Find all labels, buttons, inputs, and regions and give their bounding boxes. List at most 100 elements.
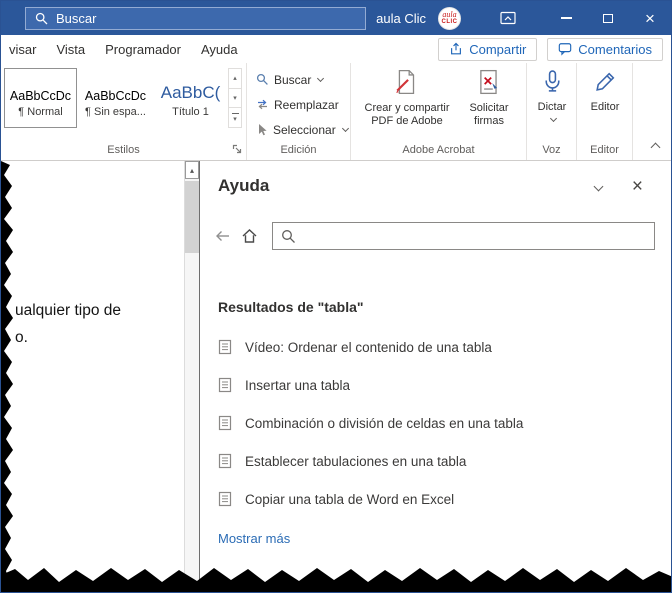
edicion-group: Buscar Reemplazar Seleccionar Edición bbox=[247, 63, 351, 160]
ribbon-display-options-button[interactable] bbox=[487, 1, 529, 35]
search-icon bbox=[35, 12, 48, 24]
styles-dialog-launcher[interactable] bbox=[232, 144, 242, 159]
replace-button[interactable]: Reemplazar bbox=[256, 92, 350, 117]
dictate-label: Dictar bbox=[537, 101, 567, 113]
tab-revisar[interactable]: visar bbox=[9, 42, 36, 57]
request-signatures-icon bbox=[476, 69, 502, 99]
help-result-item[interactable]: Copiar una tabla de Word en Excel bbox=[218, 480, 671, 518]
share-button[interactable]: Compartir bbox=[438, 37, 538, 61]
select-label: Seleccionar bbox=[273, 122, 336, 137]
document-line: ualquier tipo de bbox=[15, 302, 121, 319]
result-title: Copiar una tabla de Word en Excel bbox=[245, 491, 455, 507]
styles-group: AaBbCcDc ¶ Normal AaBbCcDc ¶ Sin espa...… bbox=[1, 63, 247, 160]
editor-pencil-icon bbox=[593, 69, 618, 98]
editor-label: Editor bbox=[590, 101, 620, 113]
gallery-more-icon bbox=[231, 112, 239, 114]
chevron-down-icon bbox=[593, 181, 604, 192]
document-area[interactable]: ualquier tipo de o. ▴ bbox=[1, 161, 200, 592]
styles-gallery-scroll: ▴ ▾ ▾ bbox=[228, 68, 242, 128]
request-signatures-label-line2: firmas bbox=[474, 115, 504, 127]
title-bar: Buscar aula Clic aula CLIC × bbox=[1, 1, 671, 35]
dictate-button[interactable]: Dictar bbox=[529, 66, 575, 123]
maximize-icon bbox=[603, 13, 613, 23]
result-title: Establecer tabulaciones en una tabla bbox=[245, 453, 467, 469]
titlebar-search-box[interactable]: Buscar bbox=[25, 6, 366, 30]
comment-icon bbox=[559, 43, 572, 56]
tabs-right-actions: Compartir Comentarios bbox=[438, 37, 663, 61]
help-home-button[interactable] bbox=[239, 226, 259, 246]
article-icon bbox=[218, 377, 232, 393]
help-results: Resultados de "tabla" Vídeo: Ordenar el … bbox=[200, 299, 671, 546]
tab-ayuda[interactable]: Ayuda bbox=[201, 42, 238, 57]
help-result-item[interactable]: Establecer tabulaciones en una tabla bbox=[218, 442, 671, 480]
result-title: Insertar una tabla bbox=[245, 377, 351, 393]
style-card-titulo1[interactable]: AaBbC( Título 1 bbox=[154, 68, 227, 128]
comments-button[interactable]: Comentarios bbox=[547, 37, 663, 61]
select-cursor-icon bbox=[259, 124, 267, 136]
doc-scrollbar[interactable]: ▴ bbox=[184, 161, 199, 592]
scroll-up-button[interactable]: ▴ bbox=[185, 161, 199, 179]
tab-vista[interactable]: Vista bbox=[56, 42, 85, 57]
collapse-ribbon-button[interactable] bbox=[650, 138, 661, 156]
find-button[interactable]: Buscar bbox=[256, 67, 350, 92]
create-pdf-label-line1: Crear y compartir bbox=[364, 102, 450, 114]
back-arrow-icon bbox=[215, 231, 229, 241]
titlebar-right: aula Clic aula CLIC × bbox=[376, 1, 671, 35]
help-nav bbox=[212, 222, 655, 250]
help-result-item[interactable]: Combinación o división de celdas en una … bbox=[218, 404, 671, 442]
aulaclic-logo: aula CLIC bbox=[438, 6, 461, 30]
style-card-normal[interactable]: AaBbCcDc ¶ Normal bbox=[4, 68, 77, 128]
share-label: Compartir bbox=[469, 41, 527, 57]
help-pane-close-button[interactable]: × bbox=[632, 177, 643, 196]
adobe-acrobat-group: Crear y compartir PDF de Adobe Solicitar… bbox=[351, 63, 527, 160]
content-area: ualquier tipo de o. ▴ Ayuda × Resultados… bbox=[1, 161, 671, 592]
find-icon bbox=[256, 73, 268, 85]
article-icon bbox=[218, 491, 232, 507]
create-pdf-label-line2: PDF de Adobe bbox=[371, 115, 443, 127]
help-pane: Ayuda × Resultados de "tabla" Vídeo: Ord… bbox=[200, 161, 671, 592]
help-result-item[interactable]: Insertar una tabla bbox=[218, 366, 671, 404]
create-pdf-button[interactable]: Crear y compartir PDF de Adobe bbox=[357, 66, 457, 128]
article-icon bbox=[218, 415, 232, 431]
select-button[interactable]: Seleccionar bbox=[256, 117, 350, 142]
help-pane-title: Ayuda bbox=[218, 176, 270, 195]
styles-gallery: AaBbCcDc ¶ Normal AaBbCcDc ¶ Sin espa...… bbox=[1, 63, 227, 128]
help-search-box[interactable] bbox=[272, 222, 655, 250]
styles-group-label: Estilos bbox=[107, 144, 140, 156]
replace-icon bbox=[258, 99, 267, 110]
close-icon: × bbox=[645, 8, 655, 28]
result-title: Combinación o división de celdas en una … bbox=[245, 415, 524, 431]
minimize-icon bbox=[560, 17, 572, 19]
search-icon bbox=[282, 229, 295, 243]
account-name[interactable]: aula Clic bbox=[376, 11, 426, 26]
show-more-link[interactable]: Mostrar más bbox=[218, 531, 671, 546]
editor-button[interactable]: Editor bbox=[579, 66, 631, 114]
request-signatures-label-line1: Solicitar bbox=[469, 102, 509, 114]
gallery-scroll-down-button[interactable]: ▾ bbox=[229, 89, 241, 109]
help-search-input[interactable] bbox=[302, 227, 654, 245]
minimize-button[interactable] bbox=[545, 1, 587, 35]
chevron-down-icon bbox=[317, 74, 325, 82]
titlebar-search-label: Buscar bbox=[56, 10, 97, 26]
close-button[interactable]: × bbox=[629, 1, 671, 35]
help-pane-menu-button[interactable] bbox=[593, 177, 604, 195]
results-list: Vídeo: Ordenar el contenido de una tabla… bbox=[218, 328, 671, 518]
share-icon bbox=[451, 42, 462, 55]
style-card-sin-espaciado[interactable]: AaBbCcDc ¶ Sin espa... bbox=[79, 68, 152, 128]
help-result-item[interactable]: Vídeo: Ordenar el contenido de una tabla bbox=[218, 328, 671, 366]
create-pdf-icon bbox=[394, 69, 420, 99]
result-title: Vídeo: Ordenar el contenido de una tabla bbox=[245, 339, 492, 355]
find-label: Buscar bbox=[274, 72, 312, 87]
maximize-button[interactable] bbox=[587, 1, 629, 35]
chevron-down-icon bbox=[549, 114, 557, 123]
help-back-button[interactable] bbox=[212, 226, 232, 246]
document-text: ualquier tipo de o. bbox=[15, 297, 121, 351]
scroll-thumb[interactable] bbox=[185, 181, 199, 253]
gallery-more-button[interactable]: ▾ bbox=[229, 108, 241, 127]
gallery-scroll-up-button[interactable]: ▴ bbox=[229, 69, 241, 89]
tab-programador[interactable]: Programador bbox=[105, 42, 181, 57]
voz-group-label: Voz bbox=[542, 144, 561, 156]
help-header: Ayuda × bbox=[200, 161, 671, 196]
request-signatures-button[interactable]: Solicitar firmas bbox=[457, 66, 521, 128]
ribbon: AaBbCcDc ¶ Normal AaBbCcDc ¶ Sin espa...… bbox=[1, 63, 671, 161]
